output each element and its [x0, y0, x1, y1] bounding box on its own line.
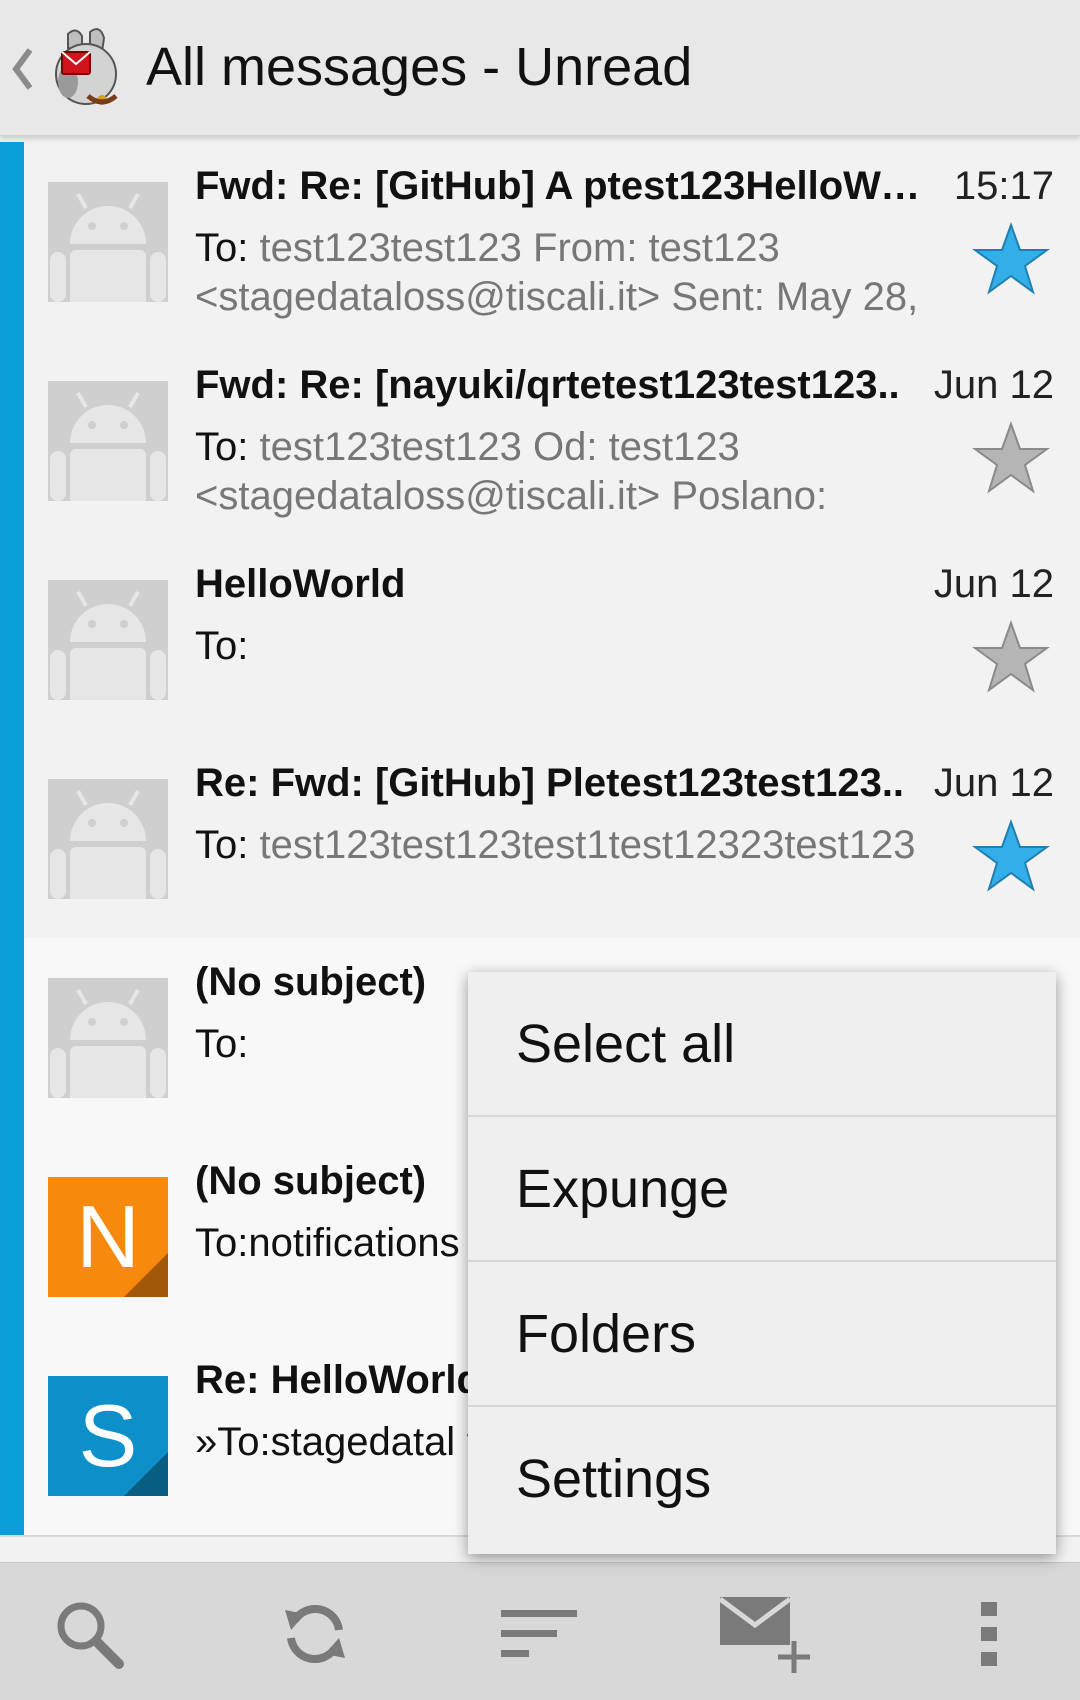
menu-item-folders[interactable]: Folders [468, 1262, 1056, 1407]
page-title: All messages - Unread [146, 37, 693, 97]
unread-indicator [0, 1336, 24, 1535]
search-icon [57, 1602, 124, 1669]
android-icon[interactable] [48, 381, 168, 501]
message-date: Jun 12 [933, 562, 1054, 606]
message-preview: To: test123test123 Od: test123 <stagedat… [195, 423, 955, 521]
star-icon[interactable] [972, 620, 1050, 694]
star-icon[interactable] [972, 421, 1050, 495]
star-icon[interactable] [972, 819, 1050, 893]
android-icon[interactable] [48, 580, 168, 700]
refresh-button[interactable] [270, 1589, 360, 1679]
star-icon[interactable] [972, 222, 1050, 296]
message-row[interactable]: Fwd: Re: [nayuki/qrtetest123test123.. Ju… [0, 341, 1080, 542]
menu-item-expunge[interactable]: Expunge [468, 1117, 1056, 1262]
refresh-icon [285, 1604, 345, 1664]
preview-recipient-label: To: [195, 624, 249, 668]
unread-indicator [0, 938, 24, 1137]
message-row[interactable]: HelloWorld Jun 12 To: [0, 540, 1080, 741]
chevron-left-icon[interactable] [10, 44, 36, 94]
message-date: 15:17 [953, 164, 1054, 208]
android-icon[interactable] [48, 779, 168, 899]
message-row[interactable]: Fwd: Re: [GitHub] A ptest123HelloWor.. 1… [0, 142, 1080, 343]
sort-icon [501, 1610, 577, 1657]
android-icon[interactable] [48, 978, 168, 1098]
preview-recipient-label: »To:stagedatal [195, 1420, 456, 1464]
message-subject: Fwd: Re: [nayuki/qrtetest123test123.. [195, 363, 900, 407]
menu-item-select-all[interactable]: Select all [468, 972, 1056, 1117]
unread-indicator [0, 1137, 24, 1336]
k9-mail-dog-icon[interactable] [46, 24, 124, 110]
overflow-menu-icon [981, 1602, 997, 1666]
overflow-popup-menu: Select all Expunge Folders Settings [468, 972, 1056, 1554]
message-preview: To: test123test123 From: test123 <staged… [195, 224, 955, 322]
compose-button[interactable] [716, 1589, 816, 1679]
preview-recipient-label: To: [195, 823, 249, 867]
contact-avatar[interactable]: S [48, 1376, 168, 1496]
avatar-corner [124, 1253, 168, 1297]
message-date: Jun 12 [933, 363, 1054, 407]
unread-indicator [0, 739, 24, 938]
avatar-corner [124, 1452, 168, 1496]
message-subject: Re: Fwd: [GitHub] Pletest123test123.. [195, 761, 905, 805]
unread-indicator [0, 540, 24, 739]
message-date: Jun 12 [933, 761, 1054, 805]
compose-icon [718, 1596, 810, 1673]
unread-indicator [0, 341, 24, 540]
preview-text: test123test123 Od: test123 <stagedatalos… [195, 425, 828, 518]
message-preview: To: [195, 622, 955, 671]
preview-recipient-label: To:notifications [195, 1221, 460, 1265]
preview-text: test123test123test1test12323test123 [248, 823, 916, 867]
overflow-menu-button[interactable] [944, 1589, 1034, 1679]
search-button[interactable] [44, 1589, 134, 1679]
action-bar: All messages - Unread [0, 0, 1080, 136]
preview-recipient-label: To: [195, 425, 249, 469]
contact-avatar[interactable]: N [48, 1177, 168, 1297]
message-preview: To: test123test123test1test12323test123 [195, 821, 955, 870]
message-row[interactable]: Re: Fwd: [GitHub] Pletest123test123.. Ju… [0, 739, 1080, 940]
sort-button[interactable] [494, 1589, 584, 1679]
android-icon[interactable] [48, 182, 168, 302]
menu-item-settings[interactable]: Settings [468, 1407, 1056, 1552]
preview-recipient-label: To: [195, 1022, 249, 1066]
unread-indicator [0, 142, 24, 341]
message-subject: Fwd: Re: [GitHub] A ptest123HelloWor.. [195, 164, 930, 208]
preview-text: test123test123 From: test123 <stagedatal… [195, 226, 919, 319]
message-subject: HelloWorld [195, 562, 406, 606]
bottom-toolbar [0, 1562, 1080, 1700]
preview-recipient-label: To: [195, 226, 249, 270]
